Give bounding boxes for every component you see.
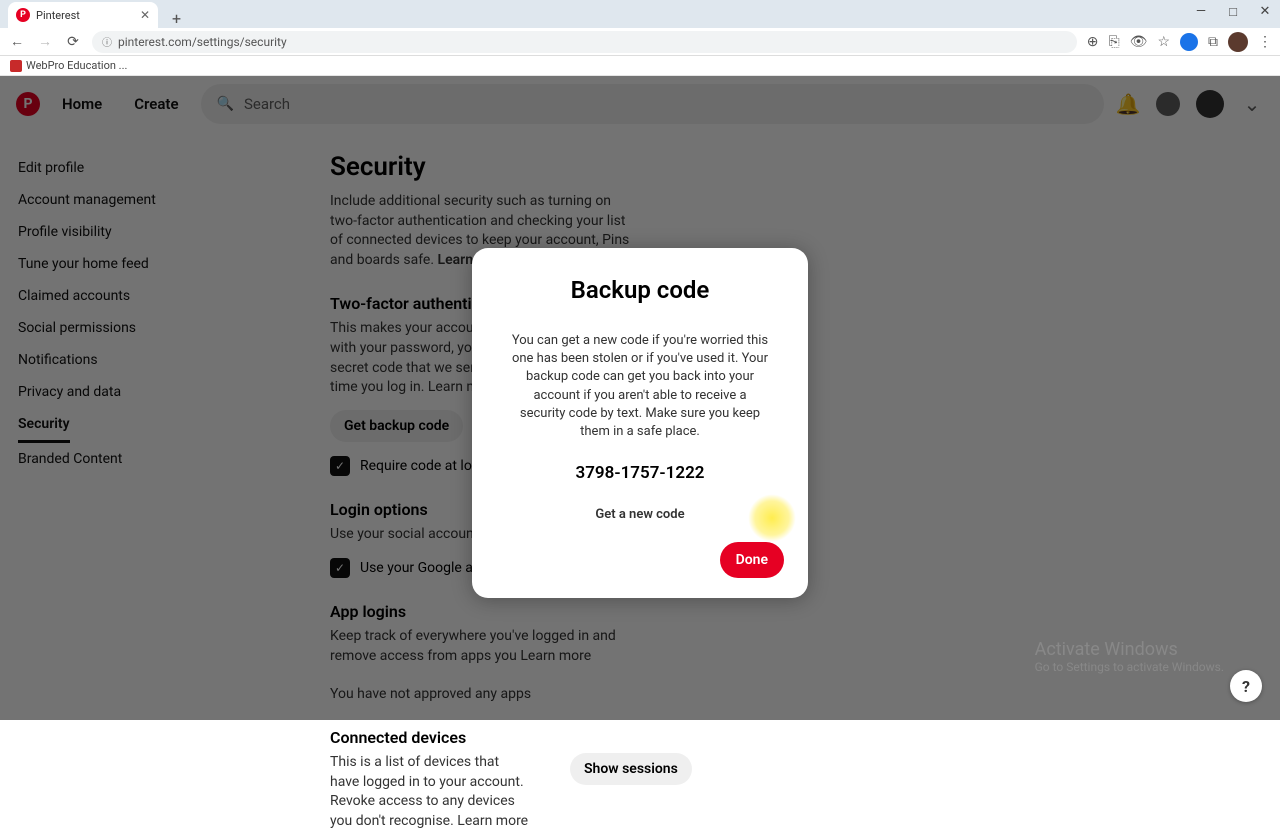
modal-title: Backup code [496,276,784,304]
connected-devices-heading: Connected devices [330,728,692,747]
bookmark-favicon-icon [10,60,22,72]
forward-button[interactable]: → [36,33,54,50]
reload-button[interactable]: ⟳ [64,34,82,50]
window-controls: — □ ✕ [1192,4,1274,20]
show-sessions-button[interactable]: Show sessions [570,753,692,785]
address-bar: ← → ⟳ ⓘ pinterest.com/settings/security … [0,28,1280,56]
url-text: pinterest.com/settings/security [118,35,1067,49]
close-window-icon[interactable]: ✕ [1256,4,1274,20]
maximize-icon[interactable]: □ [1224,4,1242,20]
new-tab-button[interactable]: + [166,9,187,28]
modal-body-text: You can get a new code if you're worried… [510,332,770,441]
tab-close-icon[interactable]: ✕ [140,8,150,22]
watermark-line1: Activate Windows [1035,639,1224,660]
eye-icon[interactable]: 👁 [1130,34,1148,50]
get-new-code-link[interactable]: Get a new code [496,507,784,522]
lock-icon: ⓘ [102,34,112,49]
minimize-icon[interactable]: — [1192,4,1210,20]
pinterest-favicon-icon: P [16,8,30,22]
learn-more-link-4[interactable]: Learn more [457,813,528,829]
browser-chrome: — □ ✕ P Pinterest ✕ + ← → ⟳ ⓘ pinterest.… [0,0,1280,56]
windows-watermark: Activate Windows Go to Settings to activ… [1035,639,1224,674]
done-button[interactable]: Done [720,542,784,578]
tab-title: Pinterest [36,9,134,22]
menu-icon[interactable]: ⋮ [1258,34,1272,50]
bookmark-star-icon[interactable]: ☆ [1157,34,1170,50]
install-icon[interactable]: ⎘ [1108,34,1119,50]
backup-code-value: 3798-1757-1222 [496,463,784,483]
bookmark-bar: WebPro Education ... [0,56,1280,76]
address-bar-icons: ⊕ ⎘ 👁 ☆ ⧉ ⋮ [1087,32,1272,52]
extensions-icon[interactable]: ⧉ [1208,34,1218,50]
browser-tab[interactable]: P Pinterest ✕ [8,2,158,28]
back-button[interactable]: ← [8,33,26,50]
bookmark-item[interactable]: WebPro Education ... [26,59,127,72]
backup-code-modal: Backup code You can get a new code if yo… [472,248,808,598]
modal-footer: Done [496,542,784,578]
url-input[interactable]: ⓘ pinterest.com/settings/security [92,31,1077,53]
tab-bar: P Pinterest ✕ + [0,0,1280,28]
translate-icon[interactable]: ⊕ [1087,34,1099,50]
connected-devices-description: This is a list of devices that have logg… [330,753,530,831]
help-button[interactable]: ? [1230,670,1262,702]
extension-icon[interactable] [1180,33,1198,51]
watermark-line2: Go to Settings to activate Windows. [1035,660,1224,674]
profile-avatar-browser[interactable] [1228,32,1248,52]
